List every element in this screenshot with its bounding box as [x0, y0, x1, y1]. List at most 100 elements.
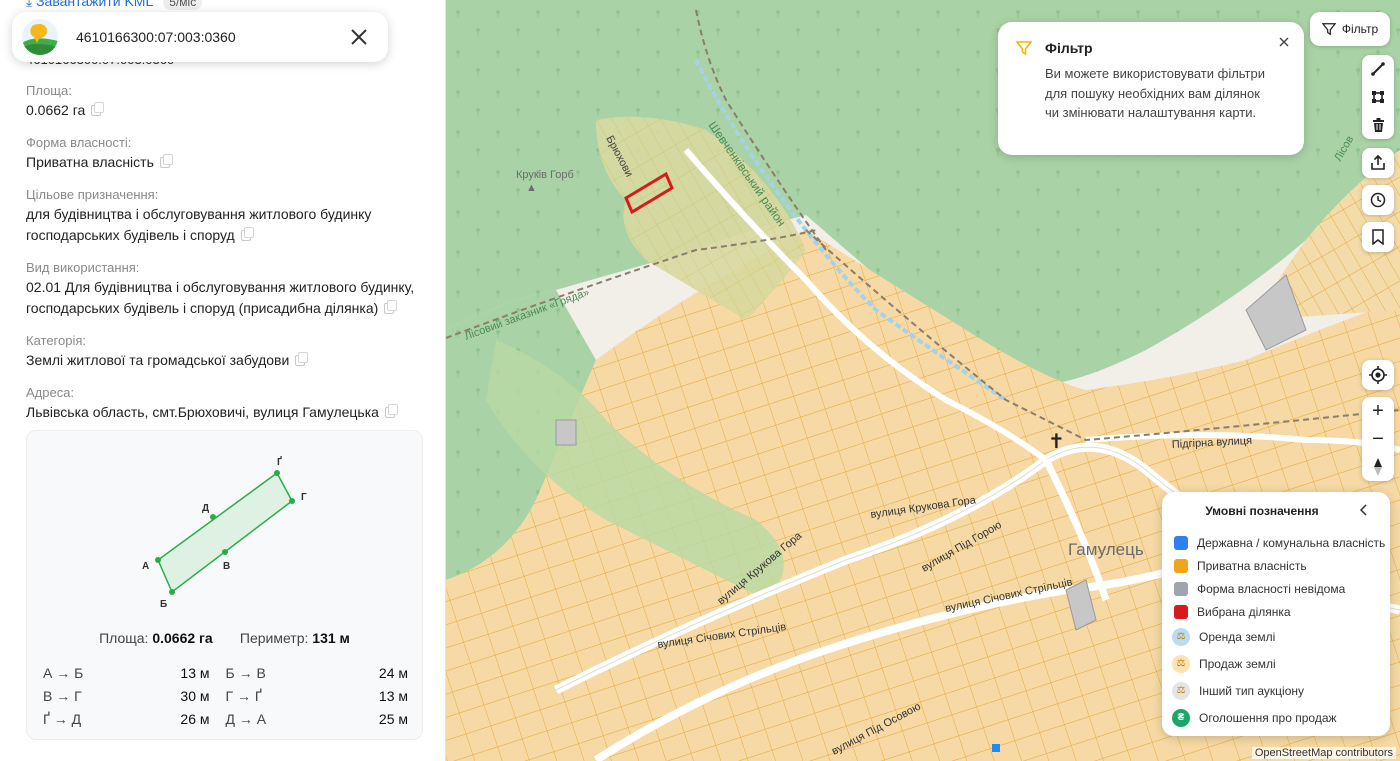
legend-label: Оголошення про продаж [1199, 710, 1337, 725]
filter-icon [1016, 41, 1032, 56]
map-label-village: Гамулець [1068, 540, 1144, 559]
bookmarks-button[interactable] [1362, 222, 1394, 252]
legend-label: Оренда землі [1199, 629, 1276, 644]
svg-text:✝: ✝ [1048, 429, 1065, 453]
field-value: Землі житлової та громадської забудови [26, 352, 290, 368]
legend-item: Вибрана ділянка [1174, 600, 1385, 623]
legend-title: Умовні позначення [1205, 504, 1319, 518]
parcel-shape-diagram: А Б В Г Ґ Д [142, 455, 307, 610]
side-lengths: А → Б 13 м Б → В 24 м В → Г 30 м Г → Ґ 13 м … [43, 661, 408, 730]
side-name: Б → В [225, 664, 266, 681]
vertex-a [155, 557, 161, 563]
draw-toolbar [1362, 55, 1394, 139]
side-name: В → Г [43, 687, 82, 704]
legend-item: Приватна власність [1174, 554, 1385, 577]
legend-item: ⚖ Оренда землі [1172, 623, 1385, 650]
filter-button-label: Фільтр [1341, 22, 1379, 36]
field-value: 02.01 Для будівництва і обслуговування ж… [26, 279, 415, 316]
legend-label: Вибрана ділянка [1197, 604, 1291, 619]
draw-polygon-button[interactable] [1362, 83, 1394, 111]
vertex-g [289, 498, 295, 504]
vertex-v [222, 549, 228, 555]
download-kml-link[interactable]: ⤓ Завантажити KML 5/міс [26, 0, 203, 10]
copy-icon[interactable] [295, 352, 309, 366]
download-icon: ⤓ [26, 0, 37, 9]
locate-me-button[interactable] [1362, 360, 1394, 390]
zoom-controls: + − [1362, 397, 1394, 481]
field-label: Адреса: [26, 385, 75, 400]
vertex-b [169, 589, 175, 595]
perimeter-value: 131 м [312, 630, 350, 646]
side-row: В → Г 30 м Г → Ґ 13 м [43, 684, 408, 707]
close-search-button[interactable] [344, 22, 374, 52]
vertex-label-a: А [142, 561, 149, 572]
legend-label: Інший тип аукціону [1199, 683, 1304, 698]
compass-icon [1374, 458, 1382, 476]
field-value: Львівська область, смт.Брюховичі, вулиця… [26, 404, 379, 420]
copy-icon[interactable] [240, 227, 254, 241]
copy-icon[interactable] [159, 154, 173, 168]
side-name: Д → А [225, 710, 267, 727]
parcel-fields: Площа: 0.0662 га Форма власності: Приват… [26, 82, 426, 436]
field-area: Площа: 0.0662 га [26, 82, 426, 121]
polygon-icon [1372, 91, 1384, 103]
tooltip-title: Фільтр [1045, 40, 1093, 56]
tooltip-body: Ви можете використовувати фільтри для по… [1045, 66, 1265, 120]
delete-drawing-button[interactable] [1362, 111, 1394, 139]
field-address: Адреса: Львівська область, смт.Брюховичі… [26, 384, 426, 423]
location-icon [1369, 366, 1387, 384]
area-value: 0.0662 га [152, 630, 213, 646]
vertex-label-v: В [223, 561, 230, 572]
clock-icon [1370, 192, 1386, 208]
share-button[interactable] [1362, 148, 1394, 178]
hryvnia-icon: ₴ [1172, 708, 1190, 727]
copy-icon[interactable] [384, 300, 398, 314]
legend-label: Приватна власність [1197, 558, 1307, 573]
vertex-label-d: Д [202, 503, 209, 514]
field-label: Форма власності: [26, 135, 132, 150]
filter-icon [1321, 23, 1336, 36]
side-row: А → Б 13 м Б → В 24 м [43, 661, 408, 684]
hill-marker-icon: ▲ [526, 182, 537, 194]
legend-swatch [1174, 535, 1188, 550]
side-length: 13 м [180, 664, 210, 681]
shape-stats: Площа: 0.0662 га Периметр: 131 м [27, 630, 422, 646]
side-length: 26 м [180, 710, 210, 727]
filter-button[interactable]: Фільтр [1310, 12, 1390, 46]
zoom-in-button[interactable]: + [1362, 397, 1394, 425]
history-button[interactable] [1362, 185, 1394, 215]
trash-icon [1372, 118, 1384, 132]
legend-swatch [1174, 558, 1188, 573]
area-label: Площа: [99, 630, 149, 646]
tooltip-close-button[interactable] [1274, 32, 1294, 52]
filter-tooltip: Фільтр Ви можете використовувати фільтри… [998, 22, 1304, 155]
legend-label: Продаж землі [1199, 656, 1276, 671]
draw-line-button[interactable] [1362, 55, 1394, 83]
vertex-label-g: Г [301, 492, 307, 503]
vertex-gg [274, 470, 280, 476]
legend-item: ⚖ Продаж землі [1172, 650, 1385, 677]
legend-item: Форма власності невідома [1174, 577, 1385, 600]
close-icon [351, 29, 367, 45]
auction-icon: ⚖ [1172, 627, 1190, 646]
copy-icon[interactable] [384, 404, 398, 418]
side-name: А → Б [43, 664, 84, 681]
zoom-out-button[interactable]: − [1362, 425, 1394, 453]
compass-button[interactable] [1362, 453, 1394, 481]
legend-label: Форма власності невідома [1197, 581, 1346, 596]
search-input[interactable]: 4610166300:07:003:0360 [76, 29, 344, 45]
copy-icon[interactable] [91, 102, 105, 116]
field-label: Площа: [26, 83, 72, 98]
chevron-left-icon[interactable] [1356, 502, 1372, 518]
field-ownership: Форма власності: Приватна власність [26, 134, 426, 173]
side-length: 24 м [378, 664, 408, 681]
map-canvas[interactable]: ✝ Круків Горб Лісовий заказник «Гряда» Ш… [446, 0, 1400, 761]
perimeter-label: Периметр: [239, 630, 309, 646]
side-name: Г → Ґ [225, 687, 262, 704]
vertex-d [210, 514, 216, 520]
map-attribution[interactable]: OpenStreetMap contributors [1251, 747, 1396, 759]
close-icon [1279, 37, 1289, 47]
field-label: Вид використання: [26, 260, 140, 275]
parcel-shape-card: А Б В Г Ґ Д Площа: 0.0662 га Периметр: 1… [26, 430, 423, 740]
field-value: для будівництва і обслуговування житлово… [26, 206, 372, 243]
